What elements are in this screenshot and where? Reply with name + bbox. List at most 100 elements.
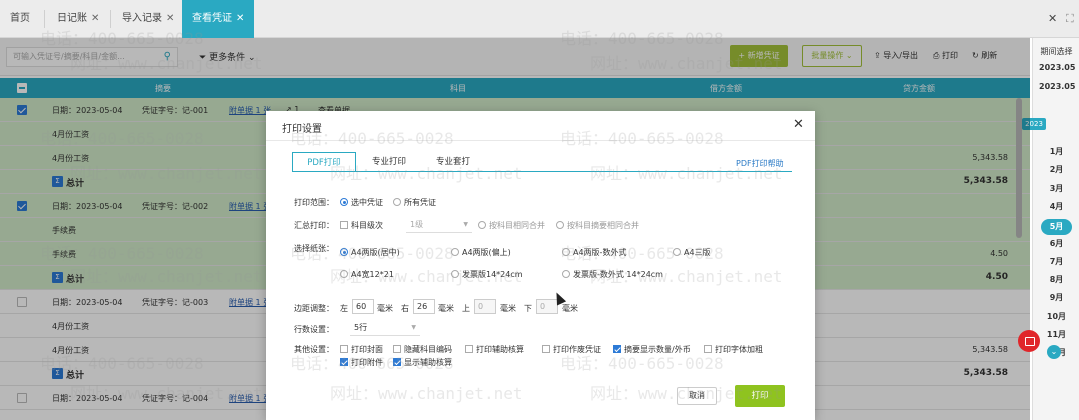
cancel-button[interactable]: 取消 xyxy=(677,387,717,405)
radio-paper-a4-two-center[interactable]: A4两版(居中) xyxy=(340,247,400,258)
chevron-down-icon: ▼ xyxy=(411,324,416,331)
margin-label: 边距调整： xyxy=(294,304,334,313)
radio-merge-subject-summary[interactable]: 按科目摘要相同合并 xyxy=(556,220,639,231)
checkbox-label: 隐藏科目编码 xyxy=(404,345,452,354)
month-item[interactable]: 1月 xyxy=(1033,146,1079,157)
radio-label: A4两版(居中) xyxy=(351,248,400,257)
radio-merge-subject[interactable]: 按科目相同合并 xyxy=(478,220,545,231)
tab-bar: 首页 日记账 ✕ 导入记录 ✕ 查看凭证 ✕ ✕ ⛶ xyxy=(0,0,1079,38)
tab-pro-print[interactable]: 专业打印 xyxy=(362,152,416,172)
checkbox-other-option[interactable]: 打印附件 xyxy=(340,357,383,368)
scroll-down-icon[interactable]: ⌄ xyxy=(1047,345,1061,359)
print-range-label: 打印范围： xyxy=(294,198,334,207)
month-item[interactable]: 5月 xyxy=(1041,219,1072,236)
radio-label: 发票版-数外式 14*24cm xyxy=(573,270,663,279)
period-panel: 期间选择 2023.05 2023.05 1月 2月 3月 4月 5月 6月 7月 8月 9月 1… xyxy=(1032,38,1079,420)
checkbox-other-option[interactable]: 打印辅助核算 xyxy=(465,344,524,355)
checkbox-label: 打印封面 xyxy=(351,345,383,354)
tab-journal[interactable]: 日记账 ✕ xyxy=(47,0,109,38)
radio-icon xyxy=(451,248,459,256)
checkbox-other-option[interactable]: 摘要显示数量/外币 xyxy=(613,344,691,355)
radio-paper-a4-two-top[interactable]: A4两版(偏上) xyxy=(451,247,511,258)
month-item[interactable]: 11月 xyxy=(1033,329,1079,340)
checkbox-other-option[interactable]: 打印作废凭证 xyxy=(542,344,601,355)
checkbox-icon xyxy=(393,358,401,366)
margin-top-label: 上 xyxy=(462,304,470,313)
checkbox-icon xyxy=(465,345,473,353)
rows-setting-select[interactable]: 5行 ▼ xyxy=(350,320,420,336)
tab-view-voucher[interactable]: 查看凭证 ✕ xyxy=(182,0,255,38)
rows-setting-label: 行数设置： xyxy=(294,325,334,334)
print-button[interactable]: 打印 xyxy=(735,385,785,407)
checkbox-other-option[interactable]: 打印字体加粗 xyxy=(704,344,763,355)
radio-icon xyxy=(556,221,564,229)
checkbox-label: 显示辅助核算 xyxy=(404,358,452,367)
checkbox-subject-level[interactable]: 科目级次 xyxy=(340,220,383,231)
tab-pro-template-print[interactable]: 专业套打 xyxy=(426,152,480,172)
radio-icon xyxy=(451,270,459,278)
radio-label: 按科目相同合并 xyxy=(489,221,545,230)
margin-right-input[interactable]: 26 xyxy=(413,299,435,314)
tab-label: 首页 xyxy=(10,13,30,24)
month-item[interactable]: 9月 xyxy=(1033,292,1079,303)
radio-icon xyxy=(478,221,486,229)
radio-label: 所有凭证 xyxy=(404,198,436,207)
checkbox-label: 科目级次 xyxy=(351,221,383,230)
checkbox-label: 摘要显示数量/外币 xyxy=(624,345,691,354)
month-item[interactable]: 3月 xyxy=(1033,183,1079,194)
month-item[interactable]: 8月 xyxy=(1033,274,1079,285)
radio-label: 按科目摘要相同合并 xyxy=(567,221,639,230)
checkbox-icon xyxy=(542,345,550,353)
radio-paper-a4-wide[interactable]: A4宽12*21 xyxy=(340,269,394,280)
radio-label: 选中凭证 xyxy=(351,198,383,207)
month-item[interactable]: 7月 xyxy=(1033,256,1079,267)
month-item[interactable]: 2月 xyxy=(1033,164,1079,175)
radio-icon xyxy=(562,270,570,278)
tab-pdf-print[interactable]: PDF打印 xyxy=(292,152,356,172)
subject-level-select[interactable]: 1级 ▼ xyxy=(406,217,472,233)
margin-right-label: 右 xyxy=(401,304,409,313)
checkbox-other-option[interactable]: 显示辅助核算 xyxy=(393,357,452,368)
radio-all-vouchers[interactable]: 所有凭证 xyxy=(393,197,436,208)
radio-selected-vouchers[interactable]: 选中凭证 xyxy=(340,197,383,208)
tab-label: 导入记录 xyxy=(122,13,162,24)
pdf-print-help-link[interactable]: PDF打印帮助 xyxy=(736,158,784,169)
radio-paper-invoice[interactable]: 发票版14*24cm xyxy=(451,269,523,280)
unit-label: 毫米 xyxy=(500,304,516,313)
checkbox-other-option[interactable]: 隐藏科目编码 xyxy=(393,344,452,355)
dialog-title: 打印设置 xyxy=(282,124,322,135)
radio-paper-a4-three[interactable]: A4三版 xyxy=(673,247,711,258)
radio-paper-a4-two-outer[interactable]: A4两版-数外式 xyxy=(562,247,626,258)
margin-bottom-label: 下 xyxy=(524,304,532,313)
period-end[interactable]: 2023.05 xyxy=(1039,79,1075,95)
fullscreen-icon[interactable]: ⛶ xyxy=(1066,0,1074,38)
checkbox-icon xyxy=(340,345,348,353)
close-icon[interactable]: ✕ xyxy=(793,117,804,132)
period-start[interactable]: 2023.05 xyxy=(1039,60,1075,76)
close-icon[interactable]: ✕ xyxy=(236,13,244,24)
tab-divider xyxy=(44,10,45,28)
margin-top-input[interactable]: 0 xyxy=(474,299,496,314)
month-item[interactable]: 10月 xyxy=(1033,311,1079,322)
month-item[interactable]: 4月 xyxy=(1033,201,1079,212)
checkbox-other-option[interactable]: 打印封面 xyxy=(340,344,383,355)
radio-icon xyxy=(393,198,401,206)
month-item[interactable]: 6月 xyxy=(1033,238,1079,249)
tab-import-records[interactable]: 导入记录 ✕ xyxy=(112,0,184,38)
window-close-icon[interactable]: ✕ xyxy=(1048,0,1057,38)
unit-label: 毫米 xyxy=(438,304,454,313)
tab-home[interactable]: 首页 xyxy=(0,0,40,38)
radio-label: A4宽12*21 xyxy=(351,270,394,279)
support-icon[interactable] xyxy=(1018,330,1040,352)
checkbox-icon xyxy=(613,345,621,353)
radio-icon xyxy=(340,248,348,256)
tab-label: 查看凭证 xyxy=(192,13,232,24)
close-icon[interactable]: ✕ xyxy=(166,13,174,24)
radio-label: 发票版14*24cm xyxy=(462,270,523,279)
checkbox-label: 打印字体加粗 xyxy=(715,345,763,354)
margin-left-input[interactable]: 60 xyxy=(352,299,374,314)
divider xyxy=(266,140,815,141)
close-icon[interactable]: ✕ xyxy=(91,13,99,24)
radio-icon xyxy=(340,270,348,278)
radio-paper-invoice-outer[interactable]: 发票版-数外式 14*24cm xyxy=(562,269,663,280)
